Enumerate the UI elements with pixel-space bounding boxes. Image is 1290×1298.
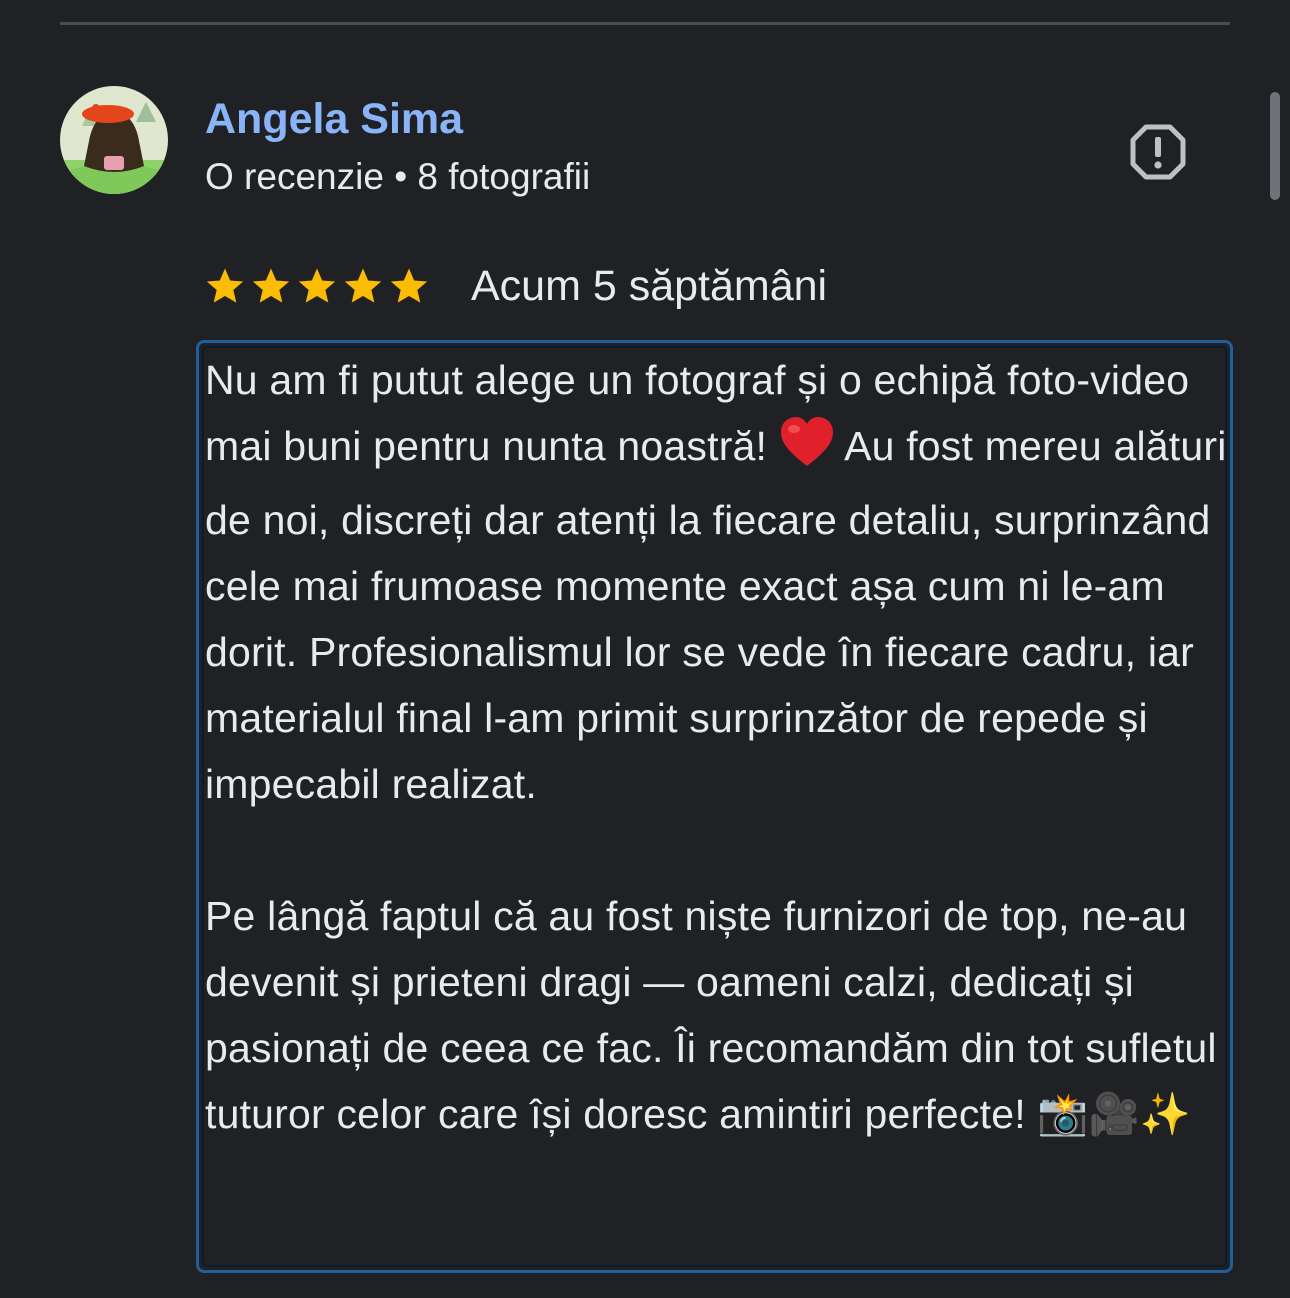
star-icon xyxy=(390,268,428,303)
star-rating xyxy=(205,266,429,306)
heart-emoji-icon xyxy=(779,416,835,487)
star-icon xyxy=(252,268,290,303)
reviewer-avatar[interactable] xyxy=(60,86,168,194)
reviewer-stats: O recenzie • 8 fotografii xyxy=(205,156,591,197)
scrollbar-thumb[interactable] xyxy=(1270,92,1280,200)
star-icon xyxy=(206,268,244,303)
star-icon xyxy=(298,268,336,303)
review-paragraph-1-part-2: Au fost mereu alături de noi, discreți d… xyxy=(205,423,1239,807)
review-text[interactable]: Nu am fi putut alege un fotograf și o ec… xyxy=(205,347,1235,1147)
report-flag-icon xyxy=(1130,124,1186,180)
report-review-button[interactable] xyxy=(1126,120,1190,184)
reviewer-name[interactable]: Angela Sima xyxy=(205,94,463,144)
rating-row: Acum 5 săptămâni xyxy=(205,258,827,314)
top-divider xyxy=(60,22,1230,25)
review-date: Acum 5 săptămâni xyxy=(471,262,828,310)
camera-video-sparkles-emoji-icon: 📸🎥✨ xyxy=(1037,1091,1192,1137)
star-icon xyxy=(344,268,382,303)
avatar-image xyxy=(60,86,168,194)
